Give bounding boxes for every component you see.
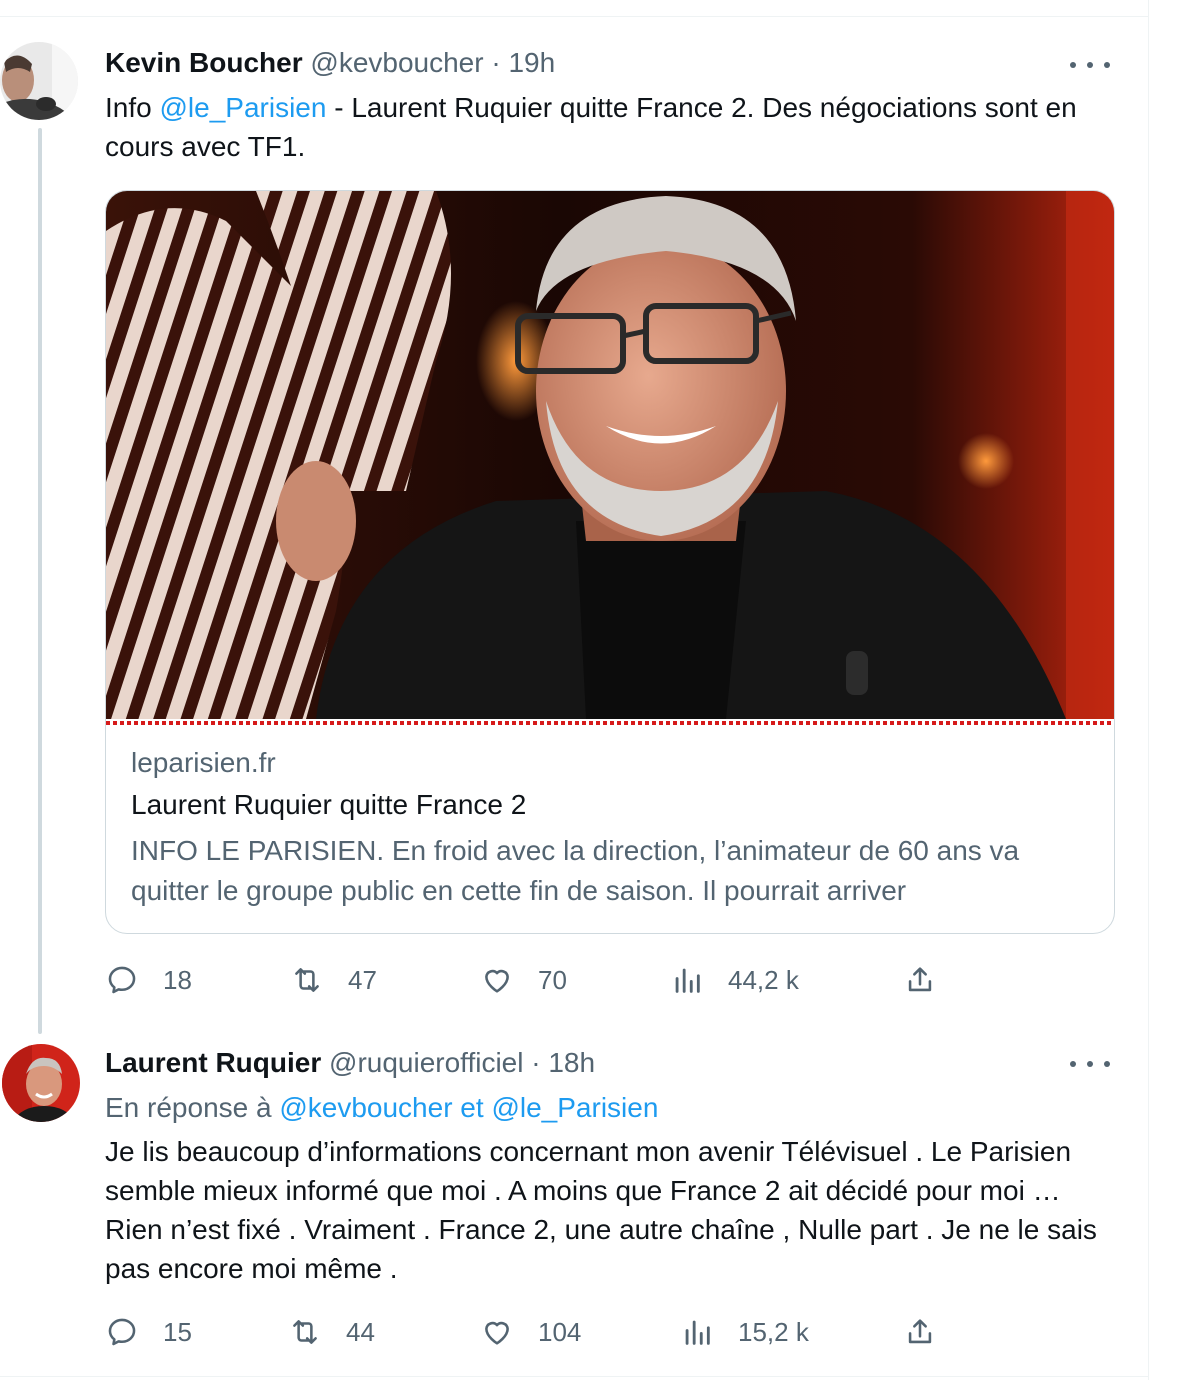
share-button[interactable] [903, 960, 937, 1000]
author-name[interactable]: Kevin Boucher [105, 47, 303, 78]
views-count: 44,2 k [728, 964, 799, 995]
reply-and: et [452, 1092, 492, 1123]
photo-laurent-ruquier [106, 191, 1114, 719]
views-button[interactable]: 15,2 k [680, 1312, 809, 1352]
author-handle[interactable]: @ruquierofficiel [329, 1047, 523, 1078]
timestamp[interactable]: 18h [548, 1047, 595, 1078]
like-count: 104 [538, 1316, 582, 1347]
card-image[interactable] [106, 191, 1114, 719]
like-icon [485, 969, 509, 993]
retweet-icon [295, 968, 319, 992]
reply-mention-kevboucher[interactable]: @kevboucher [279, 1092, 452, 1123]
card-accent-line [106, 721, 1114, 725]
retweet-button[interactable]: 47 [290, 960, 377, 1000]
card-title: Laurent Ruquier quitte France 2 [131, 789, 527, 820]
tweet-text-start: Info [105, 92, 160, 123]
avatar[interactable] [2, 1044, 80, 1122]
share-icon [908, 1319, 932, 1344]
reply-count: 15 [163, 1316, 192, 1347]
tweet-actions: 15 44 104 15,2 k [105, 1312, 955, 1352]
author-handle[interactable]: @kevboucher [310, 47, 483, 78]
tweet-header: Laurent Ruquier @ruquierofficiel · 18h [105, 1045, 595, 1081]
reply-prefix: En réponse à [105, 1092, 280, 1123]
more-icon[interactable] [1070, 53, 1110, 77]
tweet-text: Je lis beaucoup d’informations concernan… [105, 1136, 1097, 1284]
views-icon [675, 968, 700, 993]
retweet-button[interactable]: 44 [288, 1312, 375, 1352]
tweet-kevin-boucher[interactable]: Kevin Boucher @kevboucher · 19h Info @le… [0, 0, 1148, 1034]
more-icon[interactable] [1070, 1052, 1110, 1076]
retweet-icon [293, 1320, 317, 1344]
like-icon [485, 1321, 509, 1345]
tweet-actions: 18 47 70 44,2 k [105, 960, 955, 1000]
bottom-divider [0, 1376, 1148, 1377]
separator-dot: · [491, 47, 501, 78]
thread-connector [38, 128, 42, 1034]
like-button[interactable]: 70 [480, 960, 567, 1000]
share-icon [908, 967, 932, 992]
reply-mention-le-parisien[interactable]: @le_Parisien [491, 1092, 658, 1123]
reply-button[interactable]: 15 [105, 1312, 192, 1352]
separator-dot: · [531, 1047, 541, 1078]
tweet-header: Kevin Boucher @kevboucher · 19h [105, 45, 555, 81]
mention-link[interactable]: @le_Parisien [159, 92, 326, 123]
avatar[interactable] [0, 42, 78, 120]
reply-context: En réponse à @kevboucher et @le_Parisien [105, 1088, 1115, 1127]
card-domain: leparisien.fr [131, 747, 276, 778]
tweet-text: Info @le_Parisien - Laurent Ruquier quit… [105, 88, 1115, 166]
avatar-image-laurent [2, 1044, 80, 1122]
share-button[interactable] [903, 1312, 937, 1352]
author-name[interactable]: Laurent Ruquier [105, 1047, 321, 1078]
retweet-count: 47 [348, 964, 377, 995]
timestamp[interactable]: 19h [508, 47, 555, 78]
link-card[interactable]: leparisien.fr Laurent Ruquier quitte Fra… [105, 190, 1115, 934]
reply-icon [108, 1318, 136, 1346]
reply-count: 18 [163, 964, 192, 995]
views-button[interactable]: 44,2 k [670, 960, 799, 1000]
like-count: 70 [538, 964, 567, 995]
like-button[interactable]: 104 [480, 1312, 581, 1352]
tweet-laurent-ruquier[interactable]: Laurent Ruquier @ruquierofficiel · 18h E… [0, 1030, 1148, 1376]
reply-button[interactable]: 18 [105, 960, 192, 1000]
avatar-image-kevin [0, 42, 78, 120]
right-divider [1148, 0, 1149, 1380]
card-description: INFO LE PARISIEN. En froid avec la direc… [131, 835, 1020, 906]
views-icon [685, 1320, 710, 1345]
reply-icon [108, 966, 136, 994]
retweet-count: 44 [346, 1316, 375, 1347]
views-count: 15,2 k [738, 1316, 809, 1347]
